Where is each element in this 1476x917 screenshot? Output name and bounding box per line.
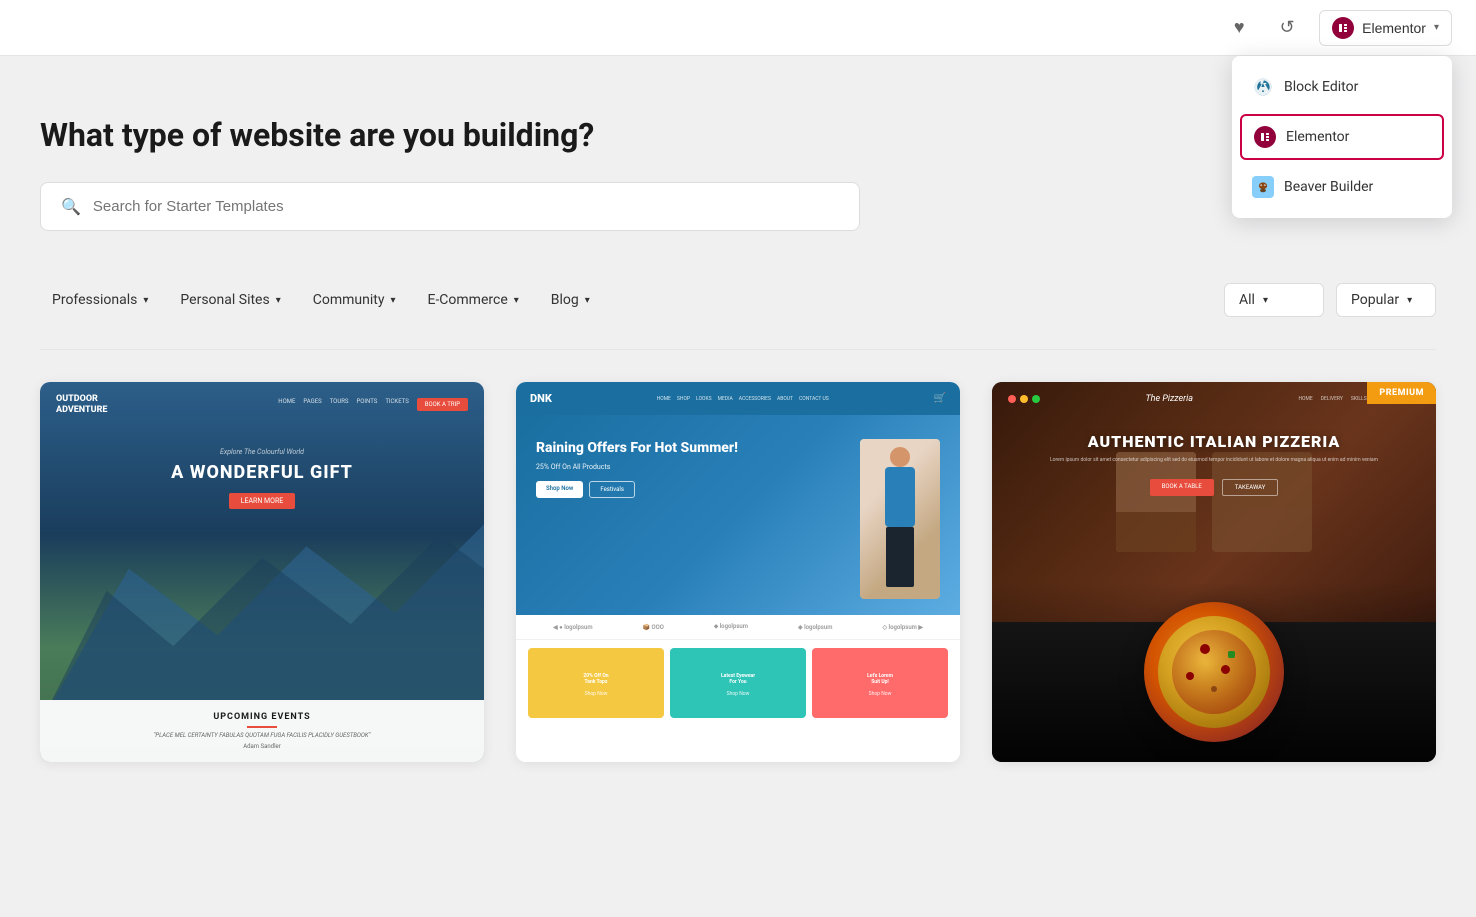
sort-label: Popular [1351, 292, 1399, 308]
chevron-down-icon: ▾ [1434, 22, 1439, 33]
search-icon: 🔍 [61, 197, 81, 216]
filter-all-select[interactable]: All ▾ [1224, 283, 1324, 317]
card3-desc: Lorem ipsum dolor sit amet consectetur a… [992, 451, 1436, 471]
dropdown-item-elementor[interactable]: Elementor [1240, 114, 1444, 160]
template-preview-outdoor: OUTDOORADVENTURE HOME PAGES TOURS POINTS… [40, 382, 484, 762]
template-grid: OUTDOORADVENTURE HOME PAGES TOURS POINTS… [40, 382, 1436, 802]
filter-bar: Professionals ▾ Personal Sites ▾ Communi… [40, 263, 1436, 350]
top-bar: ♥ ↺ Elementor ▾ [0, 0, 1476, 56]
card1-events-title: UPCOMING EVENTS [56, 712, 468, 722]
card3-logo: The Pizzeria [1145, 394, 1193, 404]
mountain-background [40, 502, 484, 702]
card1-cta: BOOK A TRIP [417, 398, 468, 411]
card2-hero: Raining Offers For Hot Summer! 25% Off O… [516, 415, 960, 615]
card1-nav: HOME PAGES TOURS POINTS TICKETS BOOK A T… [278, 398, 468, 411]
card2-model-figure [860, 439, 940, 599]
template-preview-pizzeria: PREMIUM [992, 382, 1436, 762]
beaver-builder-label: Beaver Builder [1284, 179, 1373, 195]
filter-personal-sites[interactable]: Personal Sites ▾ [168, 286, 292, 314]
dropdown-item-beaver[interactable]: Beaver Builder [1232, 164, 1452, 210]
card1-title: A WONDERFUL GIFT [64, 462, 460, 484]
block-editor-label: Block Editor [1284, 79, 1358, 95]
card1-quote: "PLACE MEL CERTAINTY FABULAS QUOTAM FUGA… [56, 732, 468, 739]
card2-desc: 25% Off On All Products [536, 463, 844, 471]
card2-product-1: 20% Off OnTank Tops Shop Now [528, 648, 664, 718]
editor-selector-button[interactable]: Elementor ▾ [1319, 10, 1452, 46]
card1-bottom: UPCOMING EVENTS "PLACE MEL CERTAINTY FAB… [40, 700, 484, 762]
filter-blog[interactable]: Blog ▾ [539, 286, 602, 314]
card1-logo: OUTDOORADVENTURE [56, 394, 107, 416]
card2-header: DNK HOME SHOP LOOKS MEDIA ACCESSORIES AB… [516, 382, 960, 415]
beaver-icon [1252, 176, 1274, 198]
card2-product-2: Latest EyewearFor You Shop Now [670, 648, 806, 718]
elementor-icon-dropdown [1254, 126, 1276, 148]
card3-title: AUTHENTIC ITALIAN PIZZERIA [992, 432, 1436, 451]
page-header: What type of website are you building? 🔍 [40, 56, 940, 263]
chevron-icon: ▾ [390, 295, 395, 306]
card2-products: 20% Off OnTank Tops Shop Now Latest Eyew… [516, 640, 960, 726]
card2-nav: HOME SHOP LOOKS MEDIA ACCESSORIES ABOUT … [657, 396, 829, 402]
search-input[interactable] [93, 198, 839, 215]
filter-sort-select[interactable]: Popular ▾ [1336, 283, 1436, 317]
chevron-down-icon: ▾ [1407, 295, 1412, 306]
page-title: What type of website are you building? [40, 116, 940, 154]
editor-dropdown: Block Editor Elementor Beaver Builde [1232, 56, 1452, 218]
card1-author: Adam Sandler [56, 743, 468, 750]
template-card-pizzeria[interactable]: PREMIUM [992, 382, 1436, 762]
card1-events-line [247, 726, 277, 728]
search-bar: 🔍 [40, 182, 860, 231]
card2-logos-bar: ◀ ● logolpsum 📦 OOO ⬥ logolpsum ◈ logolp… [516, 615, 960, 640]
chevron-icon: ▾ [143, 295, 148, 306]
card1-header: OUTDOORADVENTURE HOME PAGES TOURS POINTS… [40, 382, 484, 428]
template-preview-dnk: DNK HOME SHOP LOOKS MEDIA ACCESSORIES AB… [516, 382, 960, 762]
green-dot [1032, 395, 1040, 403]
filter-ecommerce[interactable]: E-Commerce ▾ [415, 286, 530, 314]
filter-professionals[interactable]: Professionals ▾ [40, 286, 160, 314]
elementor-icon [1332, 17, 1354, 39]
card2-title: Raining Offers For Hot Summer! [536, 439, 844, 457]
card2-product-3: Let's LoremSuit Up! Shop Now [812, 648, 948, 718]
yellow-dot [1020, 395, 1028, 403]
card3-takeaway-btn: TAKEAWAY [1222, 479, 1279, 496]
chevron-icon: ▾ [585, 295, 590, 306]
pizza-image [1144, 602, 1284, 742]
filter-right: All ▾ Popular ▾ [1224, 283, 1436, 317]
card2-festival-btn: Festivals [589, 481, 635, 498]
chevron-icon: ▾ [514, 295, 519, 306]
filter-categories: Professionals ▾ Personal Sites ▾ Communi… [40, 286, 602, 314]
card2-shop-btn: Shop Now [536, 481, 583, 498]
chevron-down-icon: ▾ [1263, 295, 1268, 306]
editor-selector-label: Elementor [1362, 20, 1426, 36]
card2-logo: DNK [530, 392, 552, 405]
card2-cart-icon: 🛒 [934, 393, 946, 404]
filter-community[interactable]: Community ▾ [301, 286, 408, 314]
premium-badge: PREMIUM [1367, 382, 1436, 404]
chevron-icon: ▾ [276, 295, 281, 306]
favorite-icon[interactable]: ♥ [1223, 12, 1255, 44]
wordpress-icon [1252, 76, 1274, 98]
template-card-dnk[interactable]: DNK HOME SHOP LOOKS MEDIA ACCESSORIES AB… [516, 382, 960, 762]
dropdown-item-block-editor[interactable]: Block Editor [1232, 64, 1452, 110]
all-label: All [1239, 292, 1255, 308]
card3-book-btn: BOOK A TABLE [1150, 479, 1214, 496]
elementor-label: Elementor [1286, 129, 1349, 145]
pizza-toppings [1144, 602, 1284, 742]
card3-btns: BOOK A TABLE TAKEAWAY [992, 479, 1436, 496]
template-card-outdoor[interactable]: OUTDOORADVENTURE HOME PAGES TOURS POINTS… [40, 382, 484, 762]
card3-hero-content: AUTHENTIC ITALIAN PIZZERIA Lorem ipsum d… [992, 432, 1436, 496]
card2-model [860, 439, 940, 599]
refresh-icon[interactable]: ↺ [1271, 12, 1303, 44]
red-dot [1008, 395, 1016, 403]
card2-btns: Shop Now Festivals [536, 481, 844, 498]
card1-subtitle: Explore The Colourful World [64, 448, 460, 456]
card3-window-dots [1008, 395, 1040, 403]
card3-pizza-area [992, 582, 1436, 762]
card2-hero-text: Raining Offers For Hot Summer! 25% Off O… [536, 439, 844, 498]
